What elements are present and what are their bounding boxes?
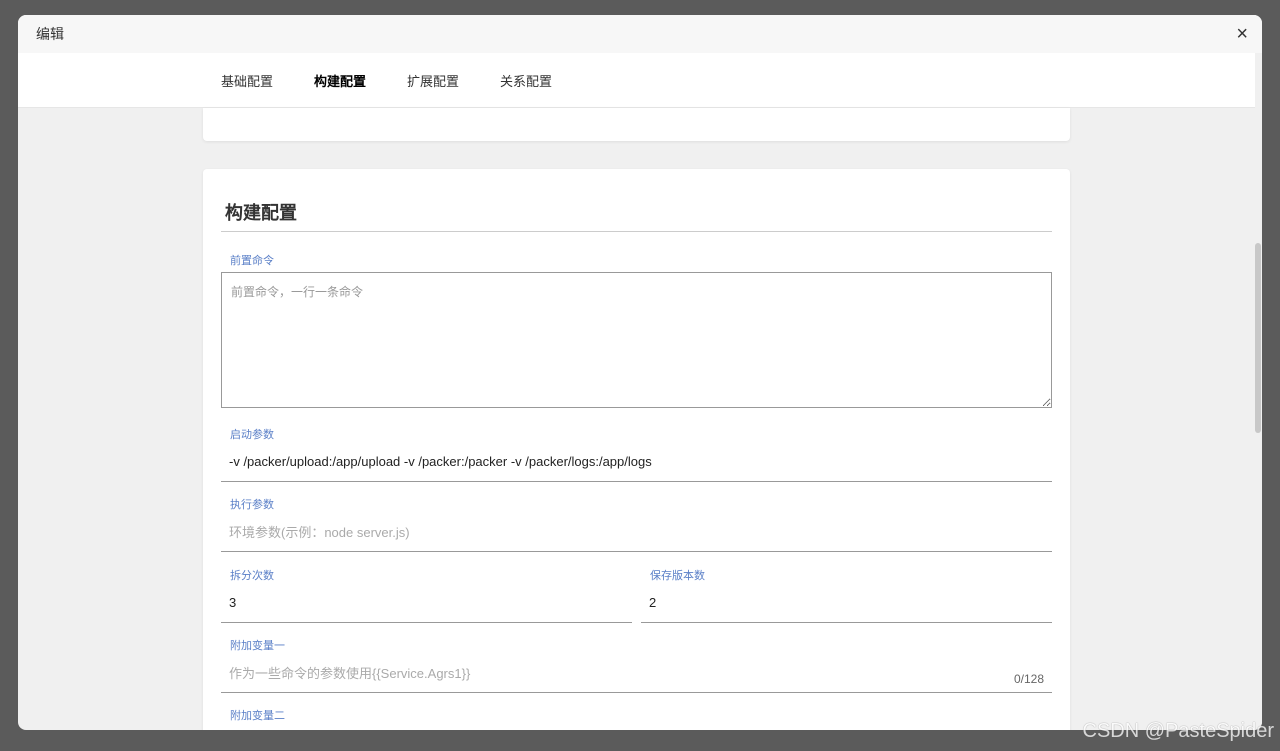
char-counter: 0/128 — [1013, 672, 1044, 686]
extra-var2-label: 附加变量二 — [230, 710, 285, 722]
extra-var1-field: 附加变量一 作为一些命令的参数使用{{Service.Agrs1}} 0/128 — [221, 637, 1052, 693]
tab-bar: 基础配置 构建配置 扩展配置 关系配置 — [18, 53, 1255, 108]
split-count-label: 拆分次数 — [230, 570, 274, 582]
section-title: 构建配置 — [221, 169, 1052, 232]
watermark: CSDN @PasteSpider — [1082, 720, 1274, 742]
start-args-input[interactable]: -v /packer/upload:/app/upload -v /packer… — [221, 442, 1052, 482]
tab-build[interactable]: 构建配置 — [314, 71, 366, 90]
pre-command-textarea[interactable] — [221, 272, 1052, 408]
extra-var1-label: 附加变量一 — [230, 640, 285, 652]
exec-args-field: 执行参数 环境参数(示例：node server.js) — [221, 496, 1052, 552]
tab-basic[interactable]: 基础配置 — [221, 71, 273, 90]
split-count-field: 拆分次数 3 — [221, 567, 632, 623]
scrollbar[interactable] — [1255, 53, 1262, 730]
start-args-field: 启动参数 -v /packer/upload:/app/upload -v /p… — [221, 426, 1052, 482]
extra-var2-field: 附加变量二 — [221, 707, 1052, 723]
keep-versions-input[interactable]: 2 — [641, 583, 1052, 623]
tab-extend[interactable]: 扩展配置 — [407, 71, 459, 90]
keep-versions-label: 保存版本数 — [650, 570, 705, 582]
extra-var1-placeholder: 作为一些命令的参数使用{{Service.Agrs1}} — [229, 666, 471, 681]
pre-command-label: 前置命令 — [230, 255, 274, 267]
tab-relation[interactable]: 关系配置 — [500, 71, 552, 90]
extra-var1-input[interactable]: 作为一些命令的参数使用{{Service.Agrs1}} 0/128 — [221, 653, 1052, 693]
keep-versions-field: 保存版本数 2 — [641, 567, 1052, 623]
scrollbar-thumb[interactable] — [1255, 243, 1261, 433]
split-count-input[interactable]: 3 — [221, 583, 632, 623]
previous-card — [203, 108, 1070, 141]
edit-dialog: 编辑 × 基础配置 构建配置 扩展配置 关系配置 构建配置 前置命令 启动参数 … — [18, 15, 1262, 730]
exec-args-label: 执行参数 — [230, 499, 274, 511]
dialog-title: 编辑 — [36, 26, 64, 42]
pre-command-field: 前置命令 — [221, 252, 1052, 413]
exec-args-input[interactable]: 环境参数(示例：node server.js) — [221, 512, 1052, 552]
build-config-card: 构建配置 前置命令 启动参数 -v /packer/upload:/app/up… — [203, 169, 1070, 730]
dialog-header: 编辑 × — [18, 15, 1262, 53]
start-args-label: 启动参数 — [230, 429, 274, 441]
close-icon[interactable]: × — [1236, 23, 1248, 46]
